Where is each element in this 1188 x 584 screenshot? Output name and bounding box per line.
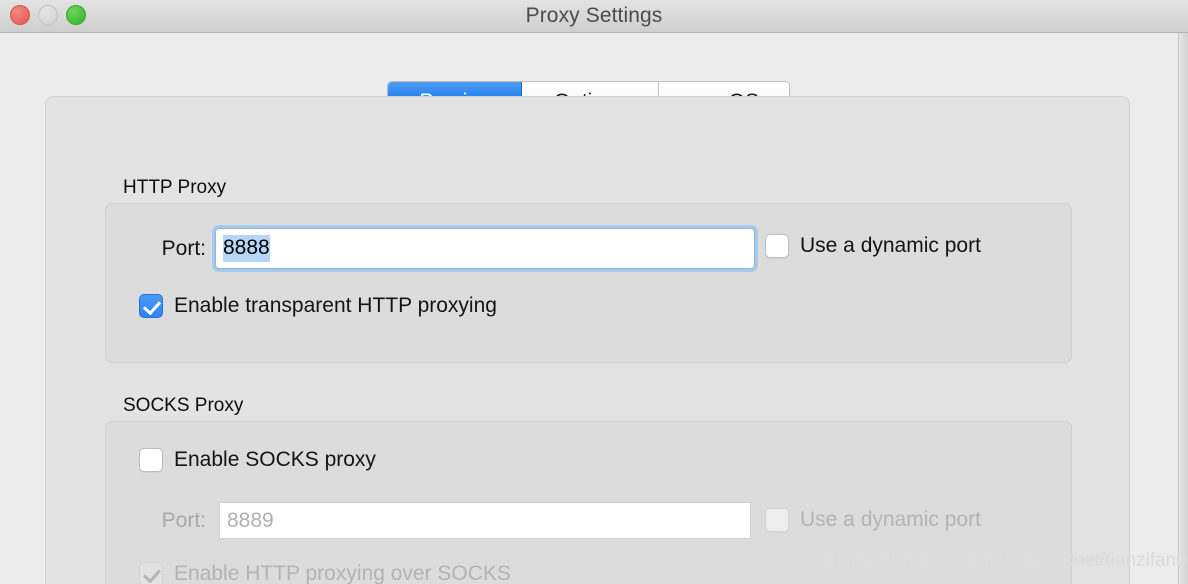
proxy-settings-window: Proxy Settings Proxies Options macOS HTT… bbox=[0, 0, 1188, 584]
socks-dynamic-port-checkbox[interactable] bbox=[765, 508, 789, 532]
http-port-value: 8888 bbox=[223, 235, 270, 262]
http-transparent-checkbox[interactable] bbox=[139, 294, 163, 318]
window-title: Proxy Settings bbox=[525, 4, 663, 27]
socks-enable-checkbox[interactable] bbox=[139, 448, 163, 472]
window-right-edge bbox=[1178, 33, 1188, 584]
socks-enable-checkbox-row[interactable]: Enable SOCKS proxy bbox=[139, 448, 376, 472]
socks-dynamic-port-label: Use a dynamic port bbox=[800, 508, 981, 531]
socks-http-over-socks-checkbox-row[interactable]: Enable HTTP proxying over SOCKS bbox=[139, 562, 511, 584]
socks-proxy-section-label: SOCKS Proxy bbox=[123, 395, 244, 416]
http-dynamic-port-label: Use a dynamic port bbox=[800, 234, 981, 257]
title-bar: Proxy Settings bbox=[0, 0, 1188, 33]
http-proxy-section-label: HTTP Proxy bbox=[123, 177, 227, 198]
socks-enable-label: Enable SOCKS proxy bbox=[174, 448, 376, 471]
socks-port-value: 8889 bbox=[227, 508, 274, 532]
http-port-input[interactable]: 8888 bbox=[215, 228, 755, 269]
http-port-row: Port: 8888 bbox=[131, 228, 755, 269]
socks-dynamic-port-checkbox-row[interactable]: Use a dynamic port bbox=[765, 508, 981, 532]
http-dynamic-port-checkbox[interactable] bbox=[765, 234, 789, 258]
http-port-label: Port: bbox=[161, 236, 206, 260]
http-proxy-groupbox bbox=[105, 203, 1072, 363]
socks-port-label: Port: bbox=[161, 508, 206, 532]
http-transparent-label: Enable transparent HTTP proxying bbox=[174, 294, 497, 317]
socks-http-over-socks-label: Enable HTTP proxying over SOCKS bbox=[174, 562, 511, 584]
socks-port-row: Port: 8889 bbox=[131, 502, 751, 539]
socks-port-input[interactable]: 8889 bbox=[219, 502, 751, 539]
http-transparent-checkbox-row[interactable]: Enable transparent HTTP proxying bbox=[139, 294, 497, 318]
http-dynamic-port-checkbox-row[interactable]: Use a dynamic port bbox=[765, 234, 981, 258]
socks-http-over-socks-checkbox[interactable] bbox=[139, 562, 163, 584]
